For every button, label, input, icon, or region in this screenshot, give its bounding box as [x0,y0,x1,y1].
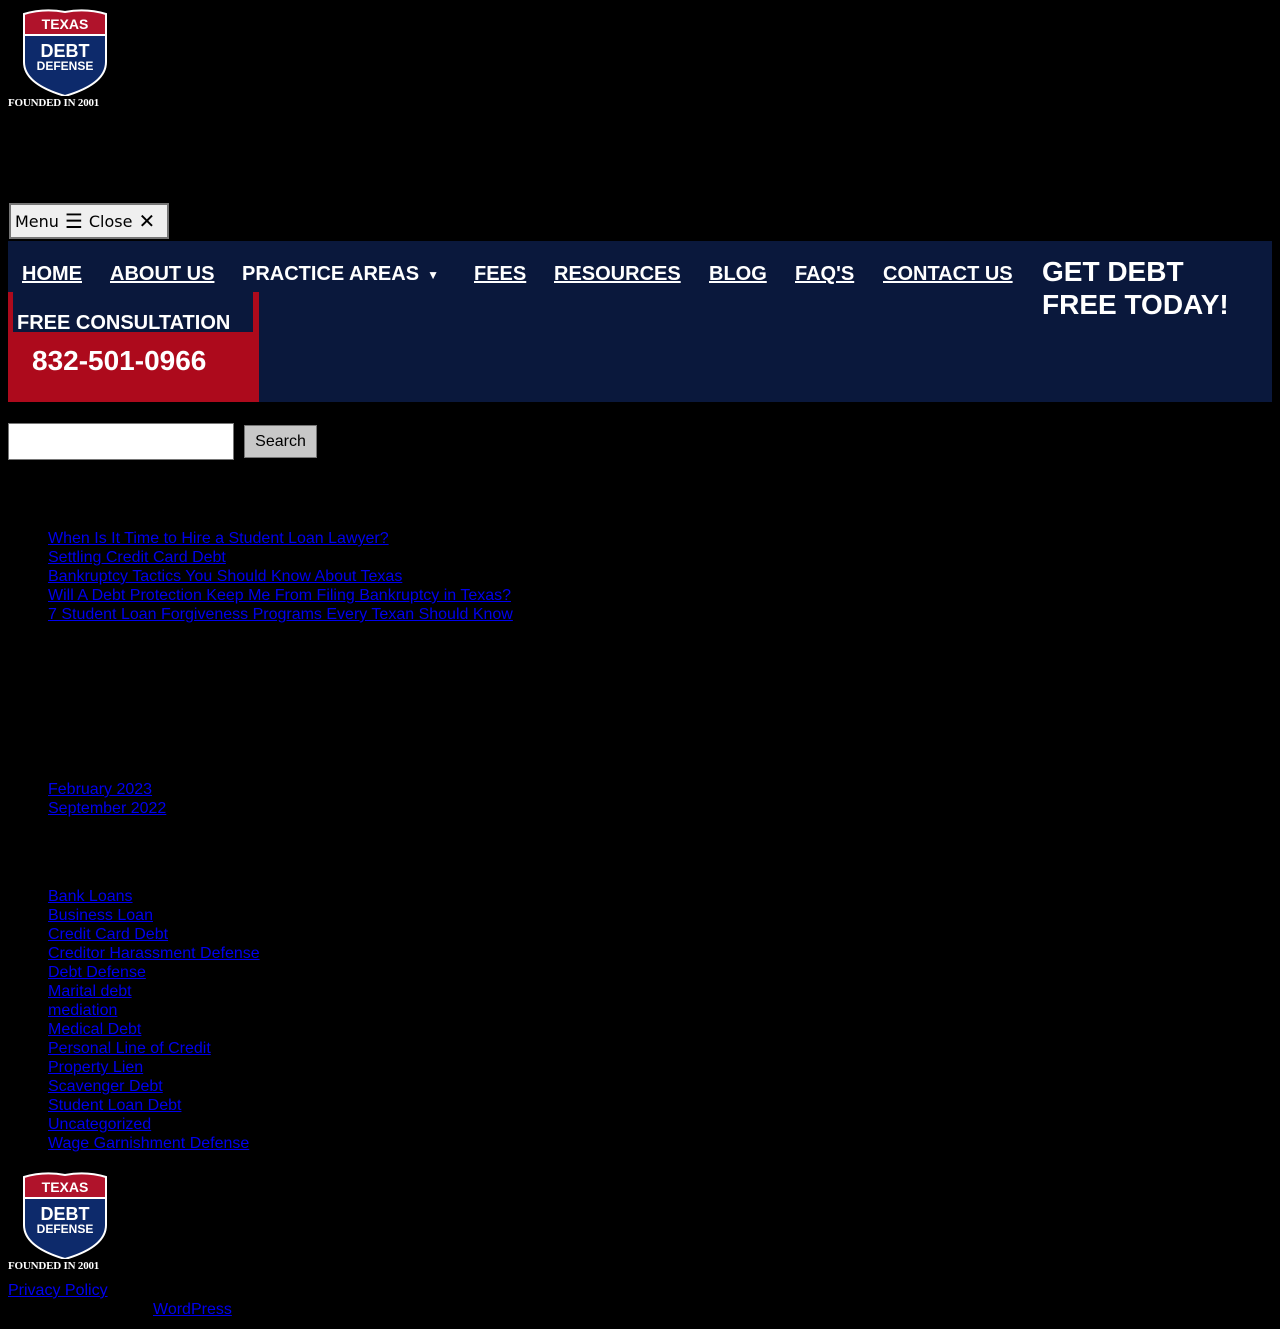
category-link[interactable]: Personal Line of Credit [48,1040,211,1057]
shield-logo-icon: TEXAS DEBT DEFENSE [23,1172,107,1259]
nav-item-about-us[interactable]: ABOUT US [110,263,214,286]
nav-item-contact-us[interactable]: CONTACT US [883,263,1013,286]
dropdown-arrow-icon: ▼ [427,267,439,282]
list-item: Wage Garnishment Defense [48,1134,260,1153]
list-item: February 2023 [48,780,166,799]
categories-list: Bank Loans Business Loan Credit Card Deb… [48,887,260,1153]
nav-item-resources[interactable]: RESOURCES [554,263,681,286]
nav-item-fees[interactable]: FEES [474,263,526,286]
recent-post-link[interactable]: When Is It Time to Hire a Student Loan L… [48,530,389,547]
archive-link[interactable]: February 2023 [48,781,152,798]
phone-number[interactable]: 832-501-0966 [32,345,206,377]
nav-item-blog[interactable]: BLOG [709,263,767,286]
list-item: Settling Credit Card Debt [48,548,513,567]
nav-item-home[interactable]: HOME [22,263,82,286]
logo-text-debt: DEBT [41,1204,90,1224]
list-item: Business Loan [48,906,260,925]
close-icon: ✕ [138,209,156,233]
menu-label: Menu [15,211,59,231]
main-navigation: HOME ABOUT US PRACTICE AREAS ▼ FEES RESOU… [8,241,1272,402]
archives-list: February 2023 September 2022 [48,780,166,818]
cta-title: GET DEBT FREE TODAY! [1042,256,1229,320]
recent-post-link[interactable]: Bankruptcy Tactics You Should Know About… [48,568,402,585]
list-item: Uncategorized [48,1115,260,1134]
list-item: Debt Defense [48,963,260,982]
list-item: Student Loan Debt [48,1096,260,1115]
recent-post-link[interactable]: Will A Debt Protection Keep Me From Fili… [48,587,511,604]
list-item: Scavenger Debt [48,1077,260,1096]
list-item: Will A Debt Protection Keep Me From Fili… [48,586,513,605]
category-link[interactable]: Scavenger Debt [48,1078,163,1095]
category-link[interactable]: Bank Loans [48,888,133,905]
list-item: Property Lien [48,1058,260,1077]
list-item: 7 Student Loan Forgiveness Programs Ever… [48,605,513,624]
hamburger-icon: ☰ [64,209,83,233]
shield-logo-icon: TEXAS DEBT DEFENSE [23,9,107,96]
search-input[interactable] [8,423,234,460]
free-consultation-label: FREE CONSULTATION [17,312,231,334]
logo-text-texas: TEXAS [42,16,89,32]
search-button[interactable]: Search [244,425,317,458]
nav-item-practice-areas[interactable]: PRACTICE AREAS ▼ [242,263,439,286]
recent-post-link[interactable]: Settling Credit Card Debt [48,549,226,566]
list-item: Creditor Harassment Defense [48,944,260,963]
category-link[interactable]: Creditor Harassment Defense [48,945,260,962]
category-link[interactable]: Uncategorized [48,1116,151,1133]
category-link[interactable]: Student Loan Debt [48,1097,181,1114]
recent-post-link[interactable]: 7 Student Loan Forgiveness Programs Ever… [48,606,513,623]
list-item: mediation [48,1001,260,1020]
nav-item-practice-areas-label: PRACTICE AREAS [242,263,420,285]
category-link[interactable]: Credit Card Debt [48,926,168,943]
logo-founded-text: FOUNDED IN 2001 [8,97,100,109]
logo-text-debt: DEBT [41,41,90,61]
list-item: Credit Card Debt [48,925,260,944]
category-link[interactable]: Wage Garnishment Defense [48,1135,249,1152]
category-link[interactable]: Marital debt [48,983,132,1000]
category-link[interactable]: Medical Debt [48,1021,141,1038]
logo-text-defense: DEFENSE [37,59,94,73]
list-item: When Is It Time to Hire a Student Loan L… [48,529,513,548]
recent-posts-list: When Is It Time to Hire a Student Loan L… [48,529,513,624]
category-link[interactable]: mediation [48,1002,117,1019]
logo-text-defense: DEFENSE [37,1222,94,1236]
free-consultation-box[interactable]: FREE CONSULTATION 832-501-0966 [8,292,259,402]
site-logo[interactable]: TEXAS DEBT DEFENSE FOUNDED IN 2001 [8,8,122,109]
archive-link[interactable]: September 2022 [48,800,166,817]
category-link[interactable]: Property Lien [48,1059,143,1076]
list-item: Medical Debt [48,1020,260,1039]
close-label: Close [88,211,133,231]
wordpress-link[interactable]: WordPress [153,1300,232,1319]
footer-logo[interactable]: TEXAS DEBT DEFENSE FOUNDED IN 2001 [8,1171,122,1272]
privacy-policy-link[interactable]: Privacy Policy [8,1281,108,1300]
list-item: September 2022 [48,799,166,818]
logo-founded-text: FOUNDED IN 2001 [8,1260,100,1272]
menu-toggle-button[interactable]: Menu ☰ Close ✕ [9,203,169,239]
category-link[interactable]: Debt Defense [48,964,146,981]
category-link[interactable]: Business Loan [48,907,153,924]
list-item: Bankruptcy Tactics You Should Know About… [48,567,513,586]
list-item: Bank Loans [48,887,260,906]
list-item: Personal Line of Credit [48,1039,260,1058]
logo-text-texas: TEXAS [42,1179,89,1195]
list-item: Marital debt [48,982,260,1001]
nav-item-faqs[interactable]: FAQ'S [795,263,854,286]
